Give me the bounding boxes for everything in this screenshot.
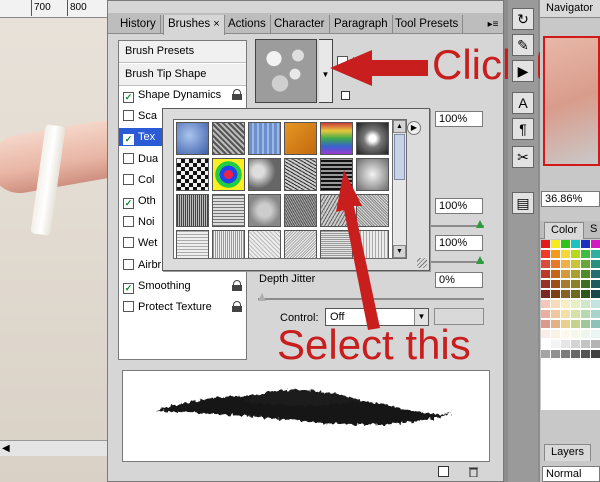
color-swatch[interactable]: [571, 260, 581, 269]
click-arrow: [330, 50, 428, 86]
brush-tool-icon[interactable]: ✎: [512, 34, 534, 56]
color-swatch[interactable]: [581, 300, 591, 309]
color-swatch[interactable]: [561, 310, 571, 319]
color-swatch[interactable]: [581, 270, 591, 279]
color-swatch[interactable]: [551, 350, 561, 359]
color-swatch[interactable]: [541, 250, 551, 259]
color-swatch[interactable]: [591, 320, 600, 329]
color-swatch[interactable]: [591, 350, 600, 359]
color-swatch[interactable]: [581, 310, 591, 319]
color-swatch[interactable]: [551, 270, 561, 279]
tab-layers[interactable]: Layers: [544, 444, 592, 461]
tab-swatches[interactable]: S: [588, 222, 600, 239]
color-swatch[interactable]: [591, 280, 600, 289]
zoom-field[interactable]: 36.86%: [541, 191, 600, 207]
color-swatch[interactable]: [551, 280, 561, 289]
color-swatch[interactable]: [551, 330, 561, 339]
color-swatch[interactable]: [551, 250, 561, 259]
color-swatch[interactable]: [571, 320, 581, 329]
paragraph-icon[interactable]: ¶: [512, 118, 534, 140]
character-icon[interactable]: A: [512, 92, 534, 114]
color-swatch[interactable]: [581, 320, 591, 329]
annotation-select-this: Select this: [277, 321, 471, 368]
color-swatch[interactable]: [541, 310, 551, 319]
color-swatch[interactable]: [571, 250, 581, 259]
color-swatch[interactable]: [571, 330, 581, 339]
color-swatch[interactable]: [571, 350, 581, 359]
color-swatch[interactable]: [581, 250, 591, 259]
color-swatch[interactable]: [591, 240, 600, 249]
actions-icon[interactable]: ▶: [512, 60, 534, 82]
color-swatch[interactable]: [541, 240, 551, 249]
color-swatch[interactable]: [551, 310, 561, 319]
color-swatch[interactable]: [581, 290, 591, 299]
color-swatch[interactable]: [541, 350, 551, 359]
select-arrow: [336, 170, 380, 330]
navigator-preview[interactable]: [543, 36, 600, 166]
color-swatch[interactable]: [541, 260, 551, 269]
color-swatch[interactable]: [541, 320, 551, 329]
color-swatch[interactable]: [561, 300, 571, 309]
color-swatch[interactable]: [591, 260, 600, 269]
color-swatch[interactable]: [541, 300, 551, 309]
color-swatch[interactable]: [551, 320, 561, 329]
color-swatch[interactable]: [561, 350, 571, 359]
color-swatch[interactable]: [561, 290, 571, 299]
color-swatch[interactable]: [561, 250, 571, 259]
color-swatch[interactable]: [581, 340, 591, 349]
color-swatch[interactable]: [571, 270, 581, 279]
color-swatch[interactable]: [541, 330, 551, 339]
color-swatch[interactable]: [571, 290, 581, 299]
color-swatch[interactable]: [561, 340, 571, 349]
color-swatch[interactable]: [541, 270, 551, 279]
color-swatch[interactable]: [541, 340, 551, 349]
swatches-grid: [541, 240, 600, 410]
color-swatch[interactable]: [591, 250, 600, 259]
color-swatch[interactable]: [581, 240, 591, 249]
color-swatch[interactable]: [591, 300, 600, 309]
color-swatch[interactable]: [581, 280, 591, 289]
color-swatch[interactable]: [591, 290, 600, 299]
tool-presets-icon[interactable]: ✂: [512, 146, 534, 168]
color-swatch[interactable]: [541, 280, 551, 289]
color-swatch[interactable]: [591, 340, 600, 349]
color-swatch[interactable]: [581, 350, 591, 359]
color-swatch[interactable]: [581, 260, 591, 269]
color-swatch[interactable]: [551, 290, 561, 299]
color-swatch[interactable]: [561, 260, 571, 269]
color-swatch[interactable]: [561, 280, 571, 289]
blend-mode-select[interactable]: Normal: [542, 466, 600, 482]
color-swatch[interactable]: [561, 330, 571, 339]
color-swatch[interactable]: [551, 240, 561, 249]
color-swatch[interactable]: [591, 330, 600, 339]
color-swatch[interactable]: [571, 340, 581, 349]
history-brush-icon[interactable]: ↻: [512, 8, 534, 30]
color-swatch[interactable]: [571, 240, 581, 249]
color-swatch[interactable]: [541, 290, 551, 299]
color-swatch[interactable]: [571, 280, 581, 289]
color-swatch[interactable]: [581, 330, 591, 339]
color-swatch[interactable]: [561, 240, 571, 249]
color-swatch[interactable]: [551, 340, 561, 349]
panel-toolstrip: ↻ ✎ ▶ A ¶ ✂ ▤: [508, 0, 538, 482]
color-swatch[interactable]: [571, 300, 581, 309]
color-swatch[interactable]: [591, 310, 600, 319]
color-swatch[interactable]: [571, 310, 581, 319]
color-swatch[interactable]: [591, 270, 600, 279]
tab-color[interactable]: Color: [544, 222, 585, 239]
color-swatch[interactable]: [551, 300, 561, 309]
tab-navigator[interactable]: Navigator: [540, 0, 600, 18]
notes-icon[interactable]: ▤: [512, 192, 534, 214]
color-swatch[interactable]: [561, 320, 571, 329]
color-swatch[interactable]: [551, 260, 561, 269]
color-swatch[interactable]: [561, 270, 571, 279]
